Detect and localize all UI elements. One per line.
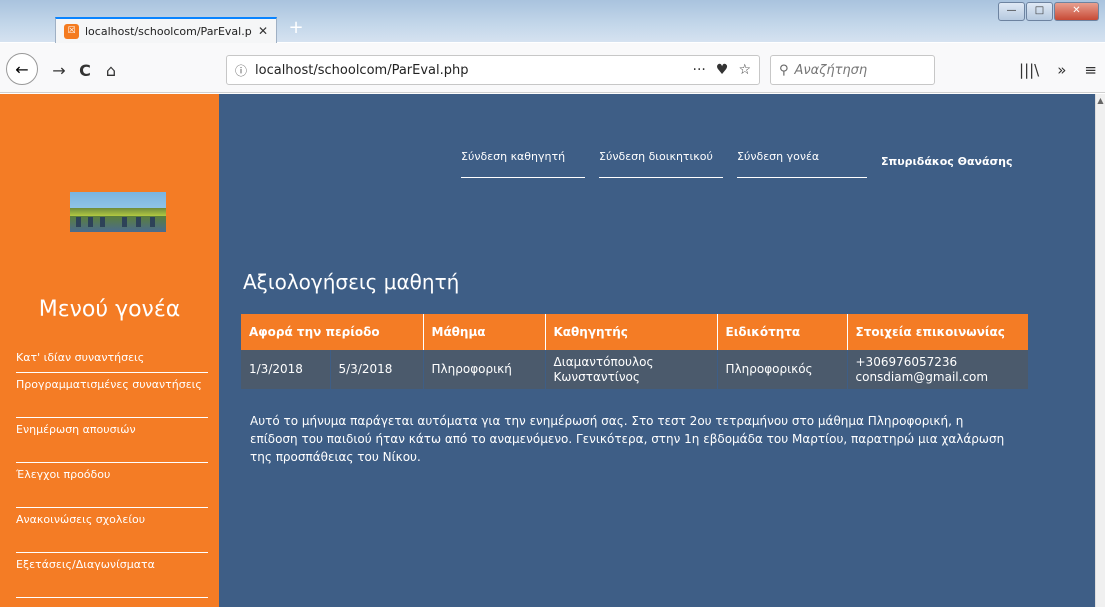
bookmark-star-icon[interactable]: ☆ xyxy=(738,62,751,78)
parent-login-link[interactable]: Σύνδεση γονέα xyxy=(737,150,867,178)
page-content: Μενού γονέα Κατ' ιδίαν συναντήσεις Προγρ… xyxy=(0,94,1095,607)
table-row: 1/3/2018 5/3/2018 Πληροφορική Διαμαντόπο… xyxy=(241,350,1028,389)
tab-close-icon[interactable]: ✕ xyxy=(258,24,268,38)
browser-tab[interactable]: ☒ localhost/schoolcom/ParEval.p ✕ xyxy=(55,17,277,43)
evaluations-table: Αφορά την περίοδο Μάθημα Καθηγητής Ειδικ… xyxy=(241,314,1028,389)
home-button[interactable]: ⌂ xyxy=(98,57,124,83)
period-to-cell: 5/3/2018 xyxy=(330,350,424,389)
browser-titlebar: ☒ localhost/schoolcom/ParEval.p ✕ + — □ … xyxy=(0,0,1105,43)
close-window-button[interactable]: ✕ xyxy=(1054,2,1099,21)
sidebar-title: Μενού γονέα xyxy=(38,297,181,322)
contact-cell: +306976057236 consdiam@gmail.com xyxy=(847,350,1028,389)
period-from-cell: 1/3/2018 xyxy=(241,350,331,389)
column-header-period: Αφορά την περίοδο xyxy=(241,314,424,350)
subject-cell: Πληροφορική xyxy=(423,350,546,389)
teacher-login-link[interactable]: Σύνδεση καθηγητή xyxy=(461,150,585,178)
column-header-specialty: Ειδικότητα xyxy=(717,314,848,350)
search-icon: ⚲ xyxy=(779,62,789,78)
sidebar-item-meetings[interactable]: Κατ' ιδίαν συναντήσεις xyxy=(16,346,208,373)
contact-phone: +306976057236 xyxy=(855,354,958,369)
sidebar-menu: Κατ' ιδίαν συναντήσεις Προγραμματισμένες… xyxy=(16,346,208,598)
site-favicon-icon: ☒ xyxy=(64,23,79,39)
minimize-button[interactable]: — xyxy=(998,2,1025,21)
reload-button[interactable]: C xyxy=(72,57,98,83)
sidebar-item-exams[interactable]: Εξετάσεις/Διαγωνίσματα xyxy=(16,553,208,598)
page-title: Αξιολογήσεις μαθητή xyxy=(243,270,460,294)
overflow-icon[interactable]: » xyxy=(1057,61,1066,79)
admin-login-link[interactable]: Σύνδεση διοικητικού xyxy=(599,150,723,178)
back-button[interactable]: ← xyxy=(6,53,38,85)
url-text[interactable]: localhost/schoolcom/ParEval.php xyxy=(255,63,693,78)
column-header-teacher: Καθηγητής xyxy=(545,314,718,350)
school-logo-image xyxy=(70,192,166,232)
search-placeholder: Αναζήτηση xyxy=(794,62,868,78)
column-header-contact: Στοιχεία επικοινωνίας xyxy=(847,314,1028,350)
hamburger-menu-icon[interactable]: ≡ xyxy=(1084,61,1097,79)
tab-title: localhost/schoolcom/ParEval.p xyxy=(85,24,252,38)
sidebar: Μενού γονέα Κατ' ιδίαν συναντήσεις Προγρ… xyxy=(0,94,219,607)
scroll-up-icon[interactable]: ▲ xyxy=(1096,96,1105,105)
top-navigation: Σύνδεση καθηγητή Σύνδεση διοικητικού Σύν… xyxy=(461,150,1013,178)
specialty-cell: Πληροφορικός xyxy=(717,350,848,389)
column-header-subject: Μάθημα xyxy=(423,314,546,350)
pocket-icon[interactable]: ♥ xyxy=(716,62,729,78)
browser-navbar: ← → C ⌂ ⓘ localhost/schoolcom/ParEval.ph… xyxy=(0,43,1105,93)
sidebar-item-progress[interactable]: Έλεγχοι προόδου xyxy=(16,463,208,508)
sidebar-item-absences[interactable]: Ενημέρωση απουσιών xyxy=(16,418,208,463)
contact-email[interactable]: consdiam@gmail.com xyxy=(856,370,1021,385)
site-info-icon[interactable]: ⓘ xyxy=(235,62,247,79)
forward-button[interactable]: → xyxy=(46,57,72,83)
url-bar[interactable]: ⓘ localhost/schoolcom/ParEval.php ··· ♥ … xyxy=(226,55,760,85)
teacher-cell: Διαμαντόπουλος Κωνσταντίνος xyxy=(545,350,718,389)
sidebar-item-scheduled-meetings[interactable]: Προγραμματισμένες συναντήσεις xyxy=(16,373,208,418)
maximize-button[interactable]: □ xyxy=(1026,2,1053,21)
library-icon[interactable]: |||\ xyxy=(1019,61,1039,79)
page-actions-icon[interactable]: ··· xyxy=(693,62,706,78)
sidebar-item-announcements[interactable]: Ανακοινώσεις σχολείου xyxy=(16,508,208,553)
page-scrollbar[interactable]: ▲ xyxy=(1095,94,1105,607)
window-controls: — □ ✕ xyxy=(998,2,1099,21)
search-input[interactable]: ⚲ Αναζήτηση xyxy=(770,55,935,85)
evaluation-message: Αυτό το μήνυμα παράγεται αυτόματα για τη… xyxy=(250,414,1005,464)
new-tab-button[interactable]: + xyxy=(283,17,309,41)
table-header-row: Αφορά την περίοδο Μάθημα Καθηγητής Ειδικ… xyxy=(241,314,1028,350)
logged-in-user: Σπυριδάκος Θανάσης xyxy=(881,155,1013,168)
